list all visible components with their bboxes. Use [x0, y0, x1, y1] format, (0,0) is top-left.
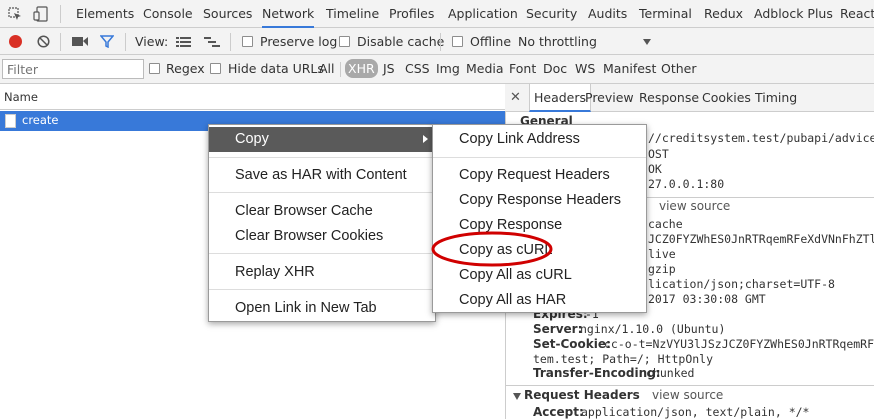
record-icon[interactable]: [9, 35, 22, 48]
submenu-copy-request-headers[interactable]: Copy Request Headers: [433, 163, 646, 188]
tab-adblock-plus[interactable]: Adblock Plus: [754, 0, 833, 28]
tab-timing[interactable]: Timing: [755, 84, 797, 112]
submenu-copy-link-address[interactable]: Copy Link Address: [433, 127, 646, 152]
throttling-select[interactable]: No throttling: [518, 34, 597, 49]
filter-type-img[interactable]: Img: [436, 61, 460, 76]
filter-icon[interactable]: [99, 35, 115, 49]
tab-sources[interactable]: Sources: [203, 0, 252, 28]
name-header-label: Name: [4, 90, 38, 104]
context-menu: Copy Save as HAR with Content Clear Brow…: [208, 124, 436, 322]
header-value-server: nginx/1.10.0 (Ubuntu): [580, 322, 726, 336]
header-value-set-cookie: cc-o-t=NzVYU3lJSzJCZ0FYZWhES0JnRTRqemRFe…: [604, 337, 874, 351]
chevron-down-icon[interactable]: [643, 39, 651, 45]
preserve-log-label: Preserve log: [260, 34, 338, 49]
disable-cache-checkbox[interactable]: [339, 36, 350, 47]
menu-item-replay-xhr[interactable]: Replay XHR: [209, 260, 435, 285]
offline-checkbox[interactable]: [452, 36, 463, 47]
filter-type-doc[interactable]: Doc: [543, 61, 567, 76]
header-name-accept: Accept:: [533, 405, 584, 419]
highlight-circle: [431, 231, 553, 267]
hide-data-urls-label: Hide data URLs: [228, 61, 324, 76]
hide-data-urls-checkbox[interactable]: [210, 63, 221, 74]
menu-item-clear-cache[interactable]: Clear Browser Cache: [209, 199, 435, 224]
tab-profiles[interactable]: Profiles: [389, 0, 434, 28]
submenu-arrow-icon: [423, 135, 428, 143]
tab-preview[interactable]: Preview: [585, 84, 634, 112]
clear-icon[interactable]: [37, 35, 50, 48]
filter-type-js[interactable]: JS: [383, 61, 395, 76]
filter-type-other[interactable]: Other: [661, 61, 697, 76]
general-line-2: OST: [648, 147, 669, 161]
header-name-transfer-encoding: Transfer-Encoding:: [533, 366, 661, 380]
response-line-2: JCZ0FYZWhES0JnRTRqemRFeXdVNnFhZTlGVz: [648, 232, 874, 246]
filter-type-css[interactable]: CSS: [405, 61, 430, 76]
filter-type-xhr[interactable]: XHR: [345, 59, 378, 78]
details-tabbar: ✕ Headers Preview Response Cookies Timin…: [505, 84, 874, 112]
inspect-icon[interactable]: [8, 7, 22, 21]
large-rows-icon[interactable]: [176, 36, 191, 48]
close-icon[interactable]: ✕: [510, 90, 521, 105]
menu-item-save-har[interactable]: Save as HAR with Content: [209, 163, 435, 188]
menu-item-copy[interactable]: Copy: [209, 127, 435, 152]
general-line-4: 27.0.0.1:80: [648, 177, 725, 191]
preserve-log-checkbox[interactable]: [242, 36, 253, 47]
header-name-server: Server:: [533, 322, 583, 336]
offline-label: Offline: [470, 34, 512, 49]
response-line-1: cache: [648, 217, 683, 231]
response-line-5: lication/json;charset=UTF-8: [648, 277, 835, 291]
view-source-link-2[interactable]: view source: [652, 388, 723, 402]
filter-bar: Regex Hide data URLs All XHR JS CSS Img …: [0, 55, 874, 84]
view-source-link[interactable]: view source: [659, 199, 730, 213]
overview-icon[interactable]: [204, 36, 220, 48]
request-name: create: [22, 113, 59, 127]
view-label: View:: [135, 34, 169, 49]
tab-headers[interactable]: Headers: [529, 84, 592, 112]
regex-label: Regex: [166, 61, 205, 76]
filter-type-all[interactable]: All: [319, 61, 335, 76]
general-line-3: OK: [648, 162, 662, 176]
response-line-4: gzip: [648, 262, 676, 276]
header-value-accept: application/json, text/plain, */*: [581, 405, 810, 419]
tab-response[interactable]: Response: [639, 84, 699, 112]
header-value-transfer-encoding: chunked: [646, 366, 695, 380]
name-column-header[interactable]: Name: [0, 84, 505, 110]
tab-elements[interactable]: Elements: [76, 0, 134, 28]
general-line-1: //creditsystem.test/pubapi/advice/: [648, 131, 874, 145]
filter-type-media[interactable]: Media: [466, 61, 504, 76]
menu-item-open-new-tab[interactable]: Open Link in New Tab: [209, 296, 435, 321]
filter-type-ws[interactable]: WS: [575, 61, 595, 76]
triangle-down-icon[interactable]: [513, 393, 521, 400]
menu-item-clear-cookies[interactable]: Clear Browser Cookies: [209, 224, 435, 249]
tab-terminal[interactable]: Terminal: [639, 0, 692, 28]
tab-console[interactable]: Console: [143, 0, 193, 28]
copy-submenu: Copy Link Address Copy Request Headers C…: [432, 124, 647, 313]
document-icon: [5, 114, 16, 128]
tab-network[interactable]: Network: [262, 0, 315, 28]
filter-type-manifest[interactable]: Manifest: [603, 61, 656, 76]
regex-checkbox[interactable]: [149, 63, 160, 74]
tab-cookies[interactable]: Cookies: [702, 84, 751, 112]
request-headers-label[interactable]: Request Headers: [524, 388, 640, 402]
response-line-6: 2017 03:30:08 GMT: [648, 292, 766, 306]
header-name-set-cookie: Set-Cookie:: [533, 337, 611, 351]
capture-screenshots-icon[interactable]: [72, 36, 88, 47]
response-line-3: live: [648, 247, 676, 261]
tab-react[interactable]: React: [840, 0, 874, 28]
disable-cache-label: Disable cache: [357, 34, 445, 49]
device-toolbar-icon[interactable]: [33, 6, 49, 22]
devtools-tabbar: Elements Console Sources Network Timelin…: [0, 0, 874, 28]
filter-type-font[interactable]: Font: [509, 61, 536, 76]
tab-redux[interactable]: Redux: [704, 0, 743, 28]
tab-timeline[interactable]: Timeline: [326, 0, 379, 28]
network-toolbar: View: Preserve log Disable cache Offline…: [0, 28, 874, 55]
submenu-copy-response-headers[interactable]: Copy Response Headers: [433, 188, 646, 213]
submenu-copy-all-as-har[interactable]: Copy All as HAR: [433, 288, 646, 313]
tab-application[interactable]: Application: [448, 0, 518, 28]
tab-security[interactable]: Security: [526, 0, 577, 28]
header-value-set-cookie-cont: tem.test; Path=/; HttpOnly: [533, 352, 714, 366]
tab-audits[interactable]: Audits: [588, 0, 627, 28]
filter-input[interactable]: [2, 59, 144, 79]
